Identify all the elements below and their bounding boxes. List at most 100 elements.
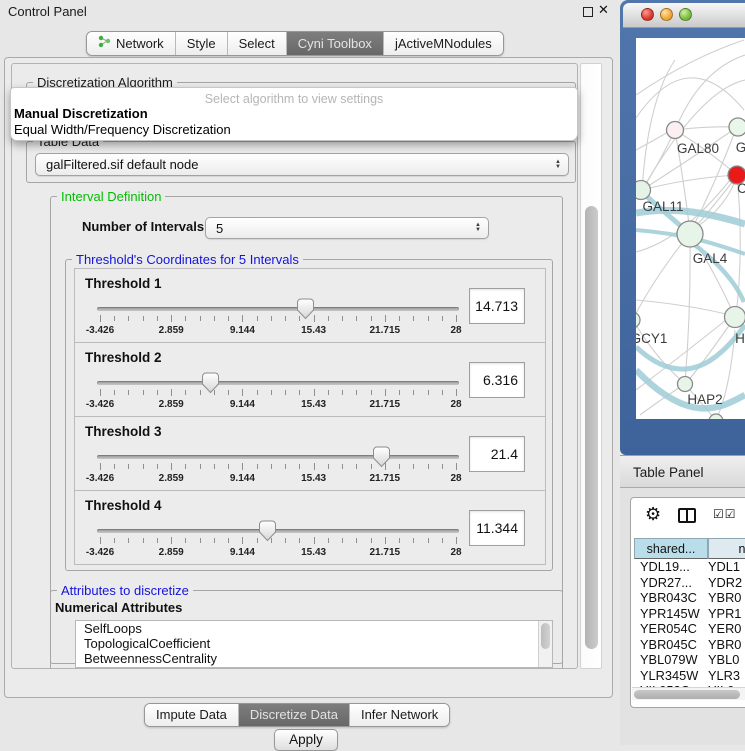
column-header-shared[interactable]: shared... <box>634 538 708 559</box>
network-edge[interactable] <box>636 233 690 319</box>
table-row[interactable]: YPR145W YPR1 <box>634 606 745 622</box>
attribute-list-item[interactable]: BetweennessCentrality <box>76 651 552 666</box>
slider-tick <box>114 390 115 395</box>
cell-shared-name[interactable]: YER054C <box>640 621 697 636</box>
table-row[interactable]: YBR043C YBR0 <box>634 590 745 606</box>
threshold-value-field[interactable]: 14.713 <box>469 288 525 324</box>
float-window-icon[interactable] <box>583 7 593 17</box>
slider-tick-label: 9.144 <box>230 473 255 484</box>
column-header-name[interactable]: na <box>708 538 745 559</box>
table-hscrollbar[interactable] <box>632 687 745 700</box>
table-row[interactable]: YDL19... YDL1 <box>634 559 745 575</box>
threshold-slider[interactable]: -3.4262.8599.14415.4321.71528 <box>97 443 459 489</box>
attributes-listbox[interactable]: SelfLoopsTopologicalCoefficientBetweenne… <box>75 620 553 668</box>
attribute-list-item[interactable]: TopologicalCoefficient <box>76 636 552 651</box>
network-node-gcy1[interactable] <box>636 312 640 328</box>
threshold-label: Threshold 4 <box>85 498 162 513</box>
slider-track[interactable] <box>97 529 459 533</box>
slider-tick <box>171 537 172 544</box>
checkbox-icons[interactable]: ☑☑ <box>713 507 737 521</box>
cell-shared-name[interactable]: YBL079W <box>640 652 698 667</box>
slider-tick-label: 9.144 <box>230 547 255 558</box>
tab-network[interactable]: Network <box>87 32 176 55</box>
minimize-traffic-light-icon[interactable] <box>660 8 673 21</box>
threshold-slider[interactable]: -3.4262.8599.14415.4321.71528 <box>97 517 459 563</box>
network-node-gal4[interactable] <box>677 221 703 247</box>
network-edge[interactable] <box>636 132 668 150</box>
network-edge[interactable] <box>642 175 737 190</box>
stepper-arrows-icon: ▲▼ <box>555 160 561 170</box>
cell-name[interactable]: YDL1 <box>708 559 740 574</box>
window-titlebar[interactable] <box>623 3 745 28</box>
network-node-h[interactable] <box>725 307 745 328</box>
cell-shared-name[interactable]: YLR345W <box>640 668 698 683</box>
slider-track[interactable] <box>97 307 459 311</box>
threshold-label: Threshold 3 <box>85 424 162 439</box>
threshold-value-field[interactable]: 21.4 <box>469 436 525 472</box>
tab-cyni-toolbox[interactable]: Cyni Toolbox <box>287 32 384 55</box>
cell-name[interactable]: YBL0 <box>708 652 739 667</box>
close-icon[interactable]: ✕ <box>598 2 609 18</box>
cell-shared-name[interactable]: YBR043C <box>640 590 697 605</box>
threshold-slider[interactable]: -3.4262.8599.14415.4321.71528 <box>97 295 459 341</box>
attribute-list-item[interactable]: SelfLoops <box>76 621 552 636</box>
tab-jactivemnodules[interactable]: jActiveMNodules <box>384 32 503 55</box>
split-view-icon[interactable] <box>678 508 696 523</box>
scrollbar-thumb[interactable] <box>634 690 740 699</box>
apply-button[interactable]: Apply <box>274 729 338 751</box>
cell-name[interactable]: YLR3 <box>708 668 740 683</box>
slider-tick-label: 15.43 <box>301 399 326 410</box>
tab-discretize-data[interactable]: Discretize Data <box>239 704 350 726</box>
panel-scrollbar[interactable] <box>580 63 602 669</box>
tab-style[interactable]: Style <box>176 32 228 55</box>
network-canvas[interactable]: GAL80GCGAL11GAL4GCY1HHAP2 <box>636 38 745 419</box>
tab-impute-data[interactable]: Impute Data <box>145 704 239 726</box>
table-row[interactable]: YLR345W YLR3 <box>634 668 745 684</box>
table-row[interactable]: YBL079W YBL0 <box>634 652 745 668</box>
cell-name[interactable]: YBR0 <box>708 637 741 652</box>
slider-tick <box>214 464 215 469</box>
slider-track[interactable] <box>97 455 459 459</box>
slider-tick <box>200 464 201 469</box>
scrollbar-thumb[interactable] <box>541 623 550 649</box>
cell-shared-name[interactable]: YPR145W <box>640 606 700 621</box>
network-node-gal11[interactable] <box>636 181 651 200</box>
scrollbar-thumb[interactable] <box>585 206 598 649</box>
number-of-intervals-combobox[interactable]: 5 ▲▼ <box>205 217 489 239</box>
slider-tick <box>342 464 343 469</box>
network-node-hap2[interactable] <box>678 377 693 392</box>
stepper-arrows-icon: ▲▼ <box>475 223 481 233</box>
slider-tick <box>114 316 115 321</box>
network-node-gal80[interactable] <box>667 122 684 139</box>
zoom-traffic-light-icon[interactable] <box>679 8 692 21</box>
dropdown-option-manual[interactable]: Manual Discretization <box>14 106 148 121</box>
cell-name[interactable]: YBR0 <box>708 590 741 605</box>
cell-name[interactable]: YER0 <box>708 621 741 636</box>
cell-shared-name[interactable]: YBR045C <box>640 637 697 652</box>
list-scrollbar[interactable] <box>538 621 552 667</box>
cell-shared-name[interactable]: YDL19... <box>640 559 690 574</box>
gear-icon[interactable]: ⚙ <box>645 504 661 525</box>
table-data-combobox[interactable]: galFiltered.sif default node ▲▼ <box>35 153 569 176</box>
slider-tick <box>285 316 286 321</box>
cell-name[interactable]: YDR2 <box>708 575 742 590</box>
cell-shared-name[interactable]: YDR27... <box>640 575 692 590</box>
slider-tick-label: 28 <box>450 473 461 484</box>
table-row[interactable]: YER054C YER0 <box>634 621 745 637</box>
slider-track[interactable] <box>97 381 459 385</box>
threshold-value-field[interactable]: 11.344 <box>469 510 525 546</box>
threshold-label: Threshold 2 <box>85 350 162 365</box>
slider-ticks <box>100 463 456 473</box>
network-edge[interactable] <box>636 300 730 315</box>
tab-select[interactable]: Select <box>228 32 287 55</box>
cell-name[interactable]: YPR1 <box>708 606 741 621</box>
table-row[interactable]: YBR045C YBR0 <box>634 637 745 653</box>
table-row[interactable]: YDR27... YDR2 <box>634 575 745 591</box>
threshold-slider[interactable]: -3.4262.8599.14415.4321.71528 <box>97 369 459 415</box>
threshold-value-field[interactable]: 6.316 <box>469 362 525 398</box>
dropdown-option-equal-width[interactable]: Equal Width/Frequency Discretization <box>14 122 231 137</box>
close-traffic-light-icon[interactable] <box>641 8 654 21</box>
tab-infer-network[interactable]: Infer Network <box>350 704 449 726</box>
network-edge[interactable] <box>685 233 690 383</box>
network-node-g[interactable] <box>729 118 745 136</box>
